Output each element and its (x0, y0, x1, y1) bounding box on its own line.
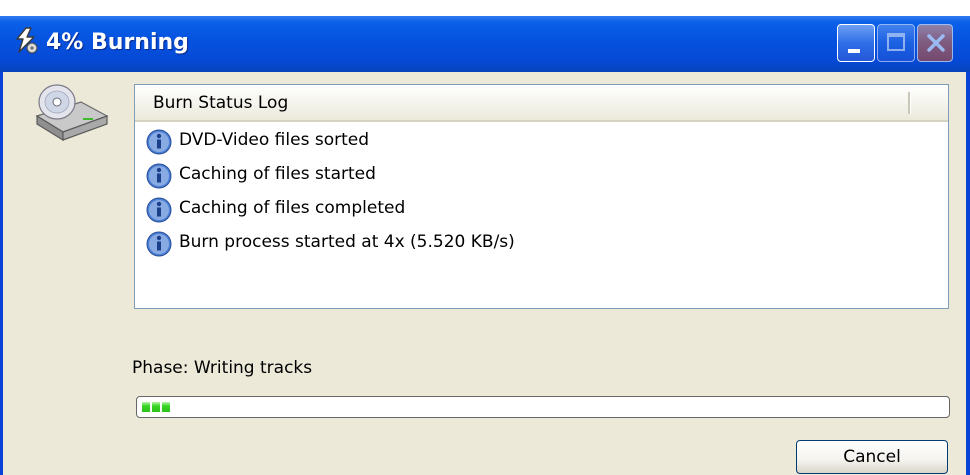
log-entry-text: DVD-Video files sorted (179, 130, 369, 150)
log-entry-text: Burn process started at 4x (5.520 KB/s) (179, 232, 515, 252)
progress-block (162, 402, 170, 412)
window-title: 4% Burning (46, 30, 189, 55)
log-entry-text: Caching of files started (179, 164, 376, 184)
burn-progress-bar (136, 396, 950, 418)
cancel-button[interactable]: Cancel (796, 440, 948, 474)
minimize-icon (848, 49, 860, 53)
progress-block (152, 402, 160, 412)
disc-burn-icon (16, 27, 38, 54)
phase-label: Phase: Writing tracks (132, 358, 313, 378)
info-icon (146, 197, 172, 223)
info-icon (146, 231, 172, 257)
dialog-body: Burn Status Log DVD-Video files sorted C… (3, 72, 966, 475)
maximize-icon (887, 33, 905, 51)
info-icon (146, 163, 172, 189)
info-icon (146, 129, 172, 155)
column-separator[interactable] (908, 92, 911, 114)
screen: 4% Burning Burn Status Log DVD-Video fil… (0, 0, 970, 475)
burn-progress-window: 4% Burning Burn Status Log DVD-Video fil… (0, 16, 970, 475)
log-entry-text: Caching of files completed (179, 198, 406, 218)
progress-block (142, 402, 150, 412)
title-bar[interactable]: 4% Burning (0, 16, 970, 72)
maximize-button[interactable] (877, 24, 915, 62)
optical-drive-icon (35, 84, 109, 142)
log-header-label: Burn Status Log (153, 93, 289, 113)
close-icon (927, 34, 945, 52)
burn-status-log[interactable]: Burn Status Log DVD-Video files sorted C… (134, 84, 949, 309)
minimize-button[interactable] (837, 24, 875, 62)
close-button[interactable] (917, 24, 953, 62)
log-column-header[interactable]: Burn Status Log (135, 85, 948, 122)
